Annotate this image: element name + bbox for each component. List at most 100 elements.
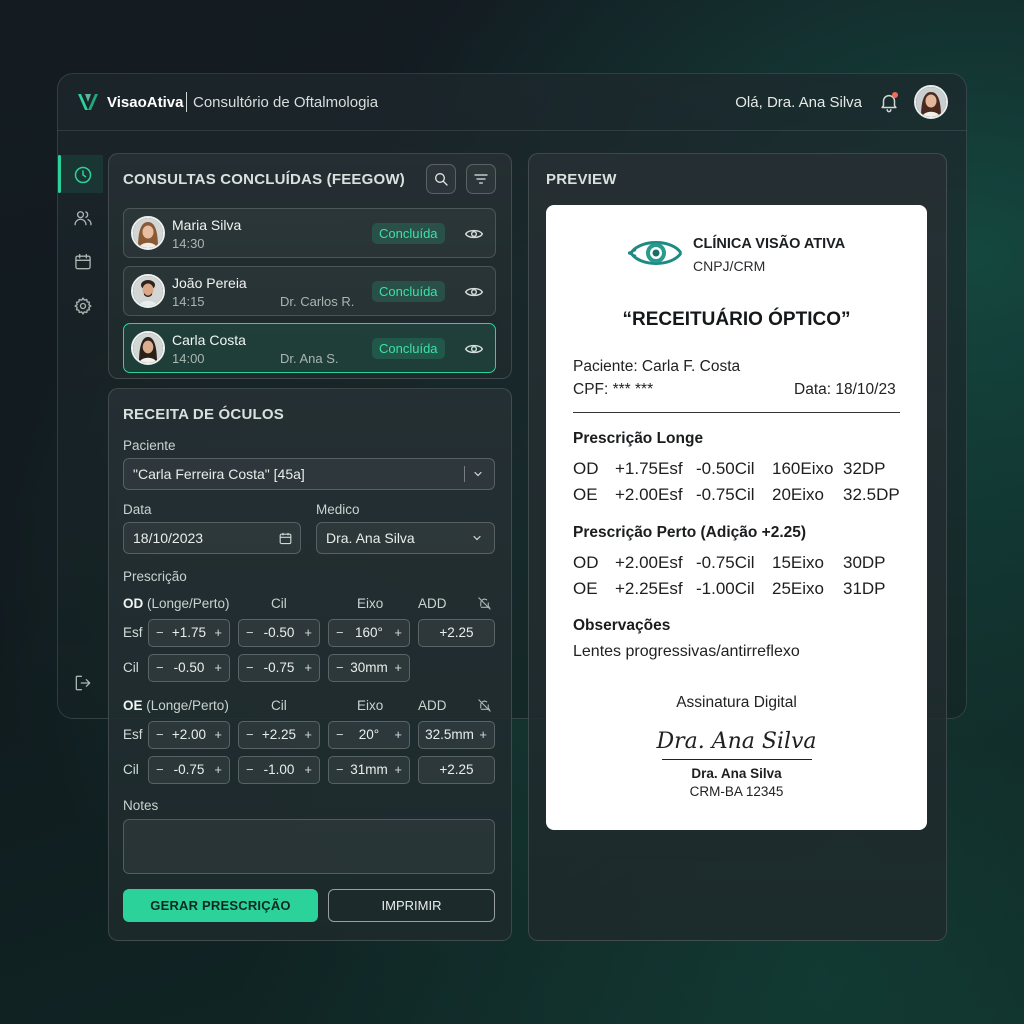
oe-row-cil-label: Cil <box>123 762 139 777</box>
od-col-cil: Cil <box>271 596 287 611</box>
od-eixo-stepper[interactable]: −160° + <box>328 619 410 647</box>
document-title: “RECEITUÁRIO ÓPTICO” <box>622 309 851 330</box>
filter-icon <box>474 174 488 184</box>
od-col-eixo: Eixo <box>357 596 384 611</box>
patient-avatar <box>131 274 165 308</box>
chevron-down-icon <box>474 471 482 477</box>
signature-script: Dra. Ana Silva <box>656 729 817 754</box>
consultation-doctor: Dr. Ana S. <box>280 351 339 366</box>
signature-label: Assinatura Digital <box>676 694 797 711</box>
patient-select-value: "Carla Ferreira Costa" [45a] <box>133 466 305 482</box>
od-col-add: ADD <box>418 596 447 611</box>
doc-patient: Paciente: Carla F. Costa <box>573 358 741 375</box>
far-prescription-title: Prescrição Longe <box>573 430 704 447</box>
near-prescription-title: Prescrição Perto (Adição +2.25) <box>573 524 807 541</box>
search-button[interactable] <box>426 164 456 194</box>
eye-icon[interactable] <box>464 282 484 302</box>
doctor-name: Dra. Ana Silva <box>691 766 782 781</box>
consultation-item-maria-silva[interactable]: Maria Silva 14:30 Concluída <box>123 208 496 258</box>
patient-name: Carla Costa <box>172 332 246 348</box>
status-badge: Concluída <box>372 281 445 302</box>
oe-row-esf-label: Esf <box>123 727 143 742</box>
brand-divider <box>186 92 187 112</box>
prescription-document: CLÍNICA VISÃO ATIVA CNPJ/CRM “RECEITUÁRI… <box>546 205 927 830</box>
oe-cil-row-stepper-2[interactable]: − -1.00 + <box>238 756 320 784</box>
doctor-select[interactable]: Dra. Ana Silva <box>316 522 495 554</box>
status-badge: Concluída <box>372 223 445 244</box>
date-label: Data <box>123 502 152 517</box>
patient-select[interactable]: "Carla Ferreira Costa" [45a] <box>123 458 495 490</box>
oe-cil-stepper[interactable]: − +2.25 + <box>238 721 320 749</box>
eye-icon[interactable] <box>464 224 484 244</box>
od-add-field[interactable]: +2.25 <box>418 619 495 647</box>
chevron-down-icon <box>473 535 481 541</box>
logo-icon <box>78 94 98 110</box>
consultation-doctor: Dr. Carlos R. <box>280 294 355 309</box>
preview-title: PREVIEW <box>546 171 617 188</box>
consultations-title: CONSULTAS CONCLUÍDAS (FEEGOW) <box>123 171 405 188</box>
patient-avatar <box>131 331 165 365</box>
consultation-item-joao-pereia[interactable]: João Pereia 14:15 Dr. Carlos R. Concluíd… <box>123 266 496 316</box>
prescription-label: Prescrição <box>123 569 187 584</box>
od-row-esf-label: Esf <box>123 625 143 640</box>
form-title: RECEITA DE ÓCULOS <box>123 406 284 423</box>
od-cil-row-stepper-3[interactable]: −30mm + <box>328 654 410 682</box>
doctor-crm: CRM-BA 12345 <box>689 784 784 799</box>
od-cil-row-stepper-1[interactable]: − -0.50 + <box>148 654 230 682</box>
od-esf-stepper[interactable]: − +1.75 + <box>148 619 230 647</box>
print-button[interactable]: IMPRIMIR <box>328 889 495 922</box>
brand-name: VisaoAtiva <box>107 94 184 111</box>
calendar-icon <box>279 532 292 545</box>
notification-dot <box>892 92 898 98</box>
eye-icon[interactable] <box>464 339 484 359</box>
bell-off-icon[interactable] <box>477 596 492 611</box>
users-icon[interactable] <box>73 208 93 228</box>
doc-date: Data: 18/10/23 <box>794 381 896 398</box>
clinic-id: CNPJ/CRM <box>693 258 766 274</box>
od-section-title: OD (Longe/Perto) <box>123 596 230 611</box>
od-cil-row-stepper-2[interactable]: − -0.75 + <box>238 654 320 682</box>
calendar-icon[interactable] <box>73 252 93 272</box>
date-field[interactable]: 18/10/2023 <box>123 522 301 554</box>
observations-title: Observações <box>573 617 671 634</box>
patient-avatar <box>131 216 165 250</box>
consultation-time: 14:15 <box>172 294 205 309</box>
consultation-item-carla-costa[interactable]: Carla Costa 14:00 Dr. Ana S. Concluída <box>123 323 496 373</box>
oe-cil-row-stepper-1[interactable]: − -0.75 + <box>148 756 230 784</box>
consultation-time: 14:30 <box>172 236 205 251</box>
patient-name: João Pereia <box>172 275 247 291</box>
od-row-cil-label: Cil <box>123 660 139 675</box>
clinic-eye-logo-icon <box>628 241 683 265</box>
od-cil-stepper[interactable]: − -0.50 + <box>238 619 320 647</box>
user-avatar[interactable] <box>914 85 948 119</box>
oe-eixo-stepper[interactable]: −20° + <box>328 721 410 749</box>
doc-divider <box>573 412 900 413</box>
oe-add-stepper[interactable]: 32.5mm + <box>418 721 495 749</box>
oe-cil-row-stepper-3[interactable]: −31mm + <box>328 756 410 784</box>
oe-esf-stepper[interactable]: − +2.00 + <box>148 721 230 749</box>
notes-textarea[interactable] <box>123 819 495 874</box>
bell-off-icon[interactable] <box>477 698 492 713</box>
logout-icon[interactable] <box>73 673 93 693</box>
brand-subtitle: Consultório de Oftalmologia <box>193 94 379 111</box>
oe-add-field[interactable]: +2.25 <box>418 756 495 784</box>
consultation-time: 14:00 <box>172 351 205 366</box>
filter-button[interactable] <box>466 164 496 194</box>
doctor-label: Medico <box>316 502 360 517</box>
gear-icon[interactable] <box>73 296 93 316</box>
select-divider <box>464 466 465 482</box>
oe-section-title: OE (Longe/Perto) <box>123 698 229 713</box>
oe-col-add: ADD <box>418 698 447 713</box>
clock-icon[interactable] <box>73 165 93 185</box>
date-value: 18/10/2023 <box>133 530 204 546</box>
status-badge: Concluída <box>372 338 445 359</box>
notes-label: Notes <box>123 798 159 813</box>
observations-text: Lentes progressivas/antirreflexo <box>573 643 800 660</box>
doctor-select-value: Dra. Ana Silva <box>326 530 415 546</box>
greeting-text: Olá, Dra. Ana Silva <box>735 94 862 111</box>
doc-cpf: CPF: *** *** <box>573 381 654 398</box>
clinic-name: CLÍNICA VISÃO ATIVA <box>693 236 846 252</box>
patient-label: Paciente <box>123 438 176 453</box>
search-icon <box>435 173 448 186</box>
generate-prescription-button[interactable]: GERAR PRESCRIÇÃO <box>123 889 318 922</box>
